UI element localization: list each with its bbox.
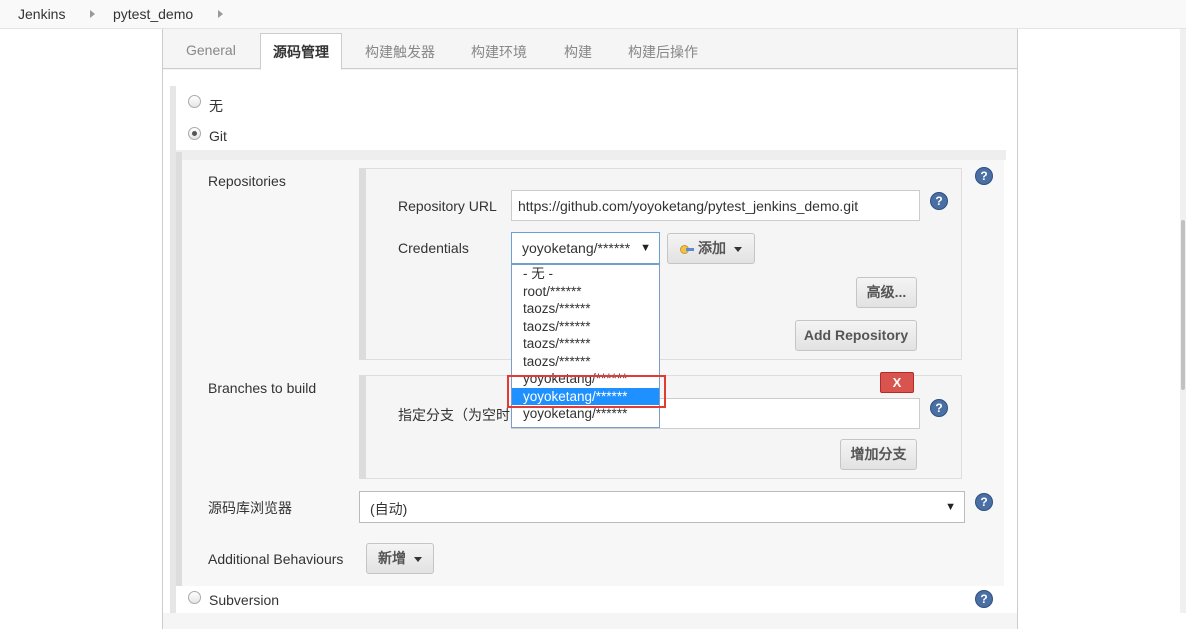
- repository-url-input[interactable]: https://github.com/yoyoketang/pytest_jen…: [511, 190, 920, 221]
- scm-none-label: 无: [209, 98, 223, 114]
- repository-browser-value: (自动): [370, 501, 408, 517]
- additional-behaviours-label: Additional Behaviours: [208, 551, 344, 567]
- breadcrumb-separator-icon[interactable]: [90, 10, 95, 18]
- add-credentials-label: 添加: [698, 240, 726, 256]
- page-scrollbar-thumb[interactable]: [1181, 220, 1185, 390]
- repository-url-label: Repository URL: [398, 198, 497, 214]
- scm-none-radio[interactable]: [188, 95, 201, 108]
- credentials-option[interactable]: taozs/******: [512, 353, 659, 371]
- scm-git-label: Git: [209, 128, 227, 144]
- dropdown-arrow-icon: ▼: [640, 242, 651, 254]
- caret-down-icon: [414, 556, 422, 562]
- scm-git-radio[interactable]: [188, 127, 201, 140]
- breadcrumb-job[interactable]: pytest_demo: [113, 6, 193, 22]
- credentials-option[interactable]: taozs/******: [512, 318, 659, 336]
- tab-scm[interactable]: 源码管理: [260, 33, 342, 70]
- credentials-option[interactable]: - 无 -: [512, 265, 659, 283]
- breadcrumb-jenkins[interactable]: Jenkins: [18, 6, 65, 22]
- annotation-highlight-box: [507, 375, 666, 408]
- help-icon[interactable]: ?: [975, 493, 993, 511]
- help-icon[interactable]: ?: [930, 192, 948, 210]
- dropdown-arrow-icon: ▼: [945, 501, 956, 513]
- help-icon[interactable]: ?: [930, 399, 948, 417]
- add-behaviour-button[interactable]: 新增: [366, 543, 434, 574]
- help-icon[interactable]: ?: [975, 167, 993, 185]
- tab-post-build[interactable]: 构建后操作: [628, 42, 698, 62]
- credentials-label: Credentials: [398, 240, 469, 256]
- credentials-option[interactable]: taozs/******: [512, 335, 659, 353]
- scm-subversion-radio[interactable]: [188, 591, 201, 604]
- tab-triggers[interactable]: 构建触发器: [365, 42, 435, 62]
- scm-subversion-label: Subversion: [209, 592, 280, 608]
- config-tabs: General 源码管理 构建触发器 构建环境 构建 构建后操作: [162, 29, 1018, 70]
- repository-browser-label: 源码库浏览器: [208, 500, 292, 516]
- add-repository-button[interactable]: Add Repository: [795, 320, 917, 351]
- add-behaviour-label: 新增: [378, 550, 406, 566]
- branches-label: Branches to build: [208, 380, 317, 396]
- add-credentials-button[interactable]: 添加: [667, 233, 755, 264]
- tab-environment[interactable]: 构建环境: [471, 42, 527, 62]
- credentials-selected-value: yoyoketang/******: [522, 240, 631, 256]
- repository-browser-select[interactable]: (自动) ▼: [359, 491, 965, 523]
- add-branch-button[interactable]: 增加分支: [840, 439, 917, 470]
- advanced-button[interactable]: 高级...: [856, 277, 917, 308]
- repositories-label: Repositories: [208, 173, 286, 189]
- tab-build[interactable]: 构建: [564, 42, 592, 62]
- help-icon[interactable]: ?: [975, 590, 993, 608]
- branch-specifier-label: 指定分支（为空时: [398, 407, 510, 423]
- credentials-option[interactable]: taozs/******: [512, 300, 659, 318]
- git-top-bar: [176, 150, 1006, 160]
- key-icon: [680, 244, 694, 255]
- breadcrumb-separator-icon[interactable]: [218, 10, 223, 18]
- tab-general[interactable]: General: [186, 42, 236, 58]
- credentials-select[interactable]: yoyoketang/****** ▼: [511, 232, 660, 264]
- caret-down-icon: [734, 246, 742, 252]
- credentials-option[interactable]: root/******: [512, 283, 659, 301]
- breadcrumb: Jenkins pytest_demo: [0, 0, 1186, 29]
- delete-branch-button[interactable]: X: [880, 372, 914, 393]
